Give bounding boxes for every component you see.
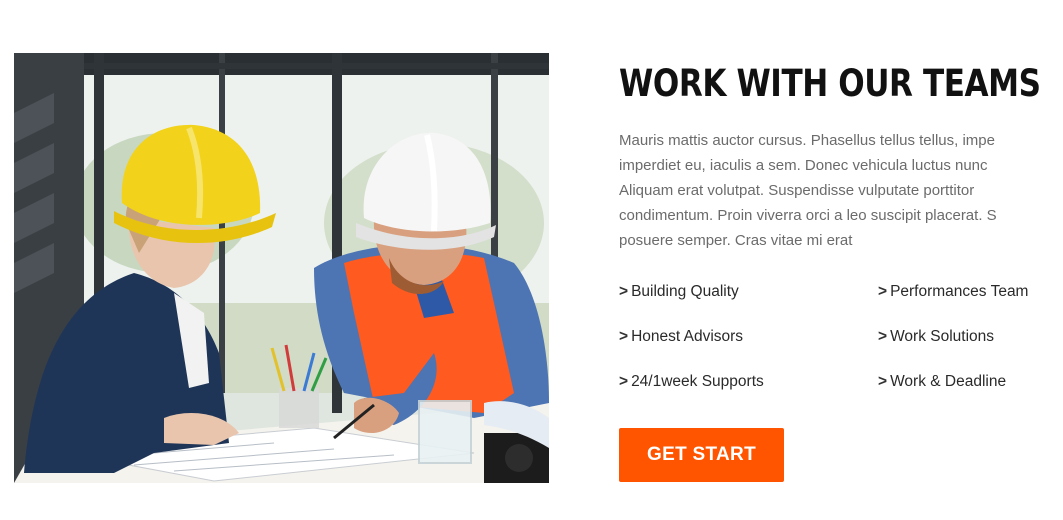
feature-item: > Honest Advisors (619, 328, 878, 346)
feature-label: Honest Advisors (631, 328, 744, 345)
chevron-right-icon: > (619, 373, 629, 390)
description-line: Mauris mattis auctor cursus. Phasellus t… (619, 132, 995, 149)
feature-list: > Building Quality > Performances Team > Ho… (619, 283, 1063, 391)
chevron-right-icon: > (878, 283, 888, 300)
team-photo-illustration (14, 53, 549, 483)
feature-label: Work Solutions (890, 328, 995, 345)
feature-item: > Performances Team (878, 283, 1063, 301)
description-line: posuere semper. Cras vitae mi erat (619, 232, 853, 249)
feature-item: >24/1week Supports (619, 373, 878, 391)
feature-item: > Work Solutions (878, 328, 1063, 346)
get-start-button[interactable]: GET START (619, 428, 784, 482)
section-title: WORK WITH OUR TEAMS (619, 62, 1041, 105)
description-line: imperdiet eu, iaculis a sem. Donec vehic… (619, 157, 988, 174)
feature-item: > Work & Deadline (878, 373, 1063, 391)
chevron-right-icon: > (619, 328, 629, 345)
feature-label: Work & Deadline (890, 373, 1007, 390)
about-section: WORK WITH OUR TEAMS Mauris mattis auctor… (619, 58, 1063, 482)
feature-label: 24/1week Supports (631, 373, 764, 390)
description-line: Aliquam erat volutpat. Suspendisse vulpu… (619, 182, 975, 199)
chevron-right-icon: > (878, 373, 888, 390)
feature-item: > Building Quality (619, 283, 878, 301)
description-line: condimentum. Proin viverra orci a leo su… (619, 207, 997, 224)
feature-label: Building Quality (631, 283, 739, 300)
feature-label: Performances Team (890, 283, 1029, 300)
section-description: Mauris mattis auctor cursus. Phasellus t… (619, 128, 1063, 253)
chevron-right-icon: > (619, 283, 629, 300)
team-photo (14, 53, 549, 483)
chevron-right-icon: > (878, 328, 888, 345)
